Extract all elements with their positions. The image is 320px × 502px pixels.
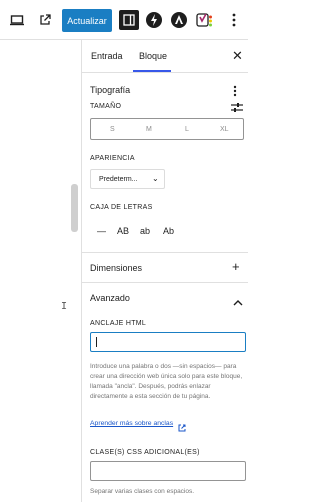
external-link-icon [178,419,187,432]
active-tab-indicator [133,70,171,72]
learn-more-anchors-link[interactable]: Aprender más sobre anclas [90,420,173,427]
appearance-select[interactable]: Predeterm... ⌄ [90,169,165,189]
chevron-down-icon: ⌄ [152,174,159,183]
letter-case-label: CAJA DE LETRAS [90,204,153,211]
appearance-value: Predeterm... [99,176,138,183]
anchor-help-text: Introduce una palabra o dos —sin espacio… [90,363,243,400]
size-settings-icon[interactable] [231,100,243,118]
lightning-icon[interactable] [144,10,164,30]
yoast-icon[interactable] [194,10,214,30]
sidebar-toggle-icon[interactable] [119,10,139,30]
tab-entrada[interactable]: Entrada [91,51,123,61]
font-size-picker: S M L XL [90,118,244,140]
editor-canvas [0,40,82,502]
canvas-scrollbar[interactable] [71,184,78,232]
css-class-label: CLASE(S) CSS ADICIONAL(ES) [90,449,200,456]
case-upper-button[interactable]: AB [117,226,129,236]
settings-sidebar: Entrada Bloque ✕ Tipografía TAMAÑO S M L… [82,40,248,502]
dimensions-heading[interactable]: Dimensiones [90,263,142,273]
html-anchor-input[interactable] [90,332,246,352]
sidebar-tabs: Entrada Bloque ✕ [82,40,248,73]
size-option-s[interactable]: S [110,126,115,133]
divider [82,252,248,253]
case-lower-button[interactable]: ab [140,226,150,236]
tab-bloque[interactable]: Bloque [139,51,167,61]
size-option-l[interactable]: L [185,126,189,133]
text-caret [96,337,97,347]
plus-icon[interactable]: + [232,259,240,274]
desktop-icon[interactable] [8,11,26,29]
size-option-m[interactable]: M [146,126,152,133]
case-none-button[interactable]: — [97,226,106,236]
mouse-cursor-icon: I [61,301,68,312]
size-option-xl[interactable]: XL [220,126,229,133]
css-class-help: Separar varias clases con espacios. [90,488,195,495]
case-capitalize-button[interactable]: Ab [163,226,174,236]
top-toolbar: Actualizar [0,0,248,40]
more-vertical-icon[interactable] [228,11,240,29]
astra-icon[interactable] [169,10,189,30]
external-link-icon[interactable] [36,11,54,29]
advanced-heading[interactable]: Avanzado [90,293,130,303]
update-button[interactable]: Actualizar [62,9,112,32]
divider [82,282,248,283]
appearance-label: APARIENCIA [90,155,135,162]
size-label: TAMAÑO [90,103,122,110]
typography-heading: Tipografía [90,85,131,95]
css-class-input[interactable] [90,461,246,481]
html-anchor-label: ANCLAJE HTML [90,320,147,327]
chevron-up-icon[interactable] [233,293,243,311]
close-icon[interactable]: ✕ [232,49,244,63]
